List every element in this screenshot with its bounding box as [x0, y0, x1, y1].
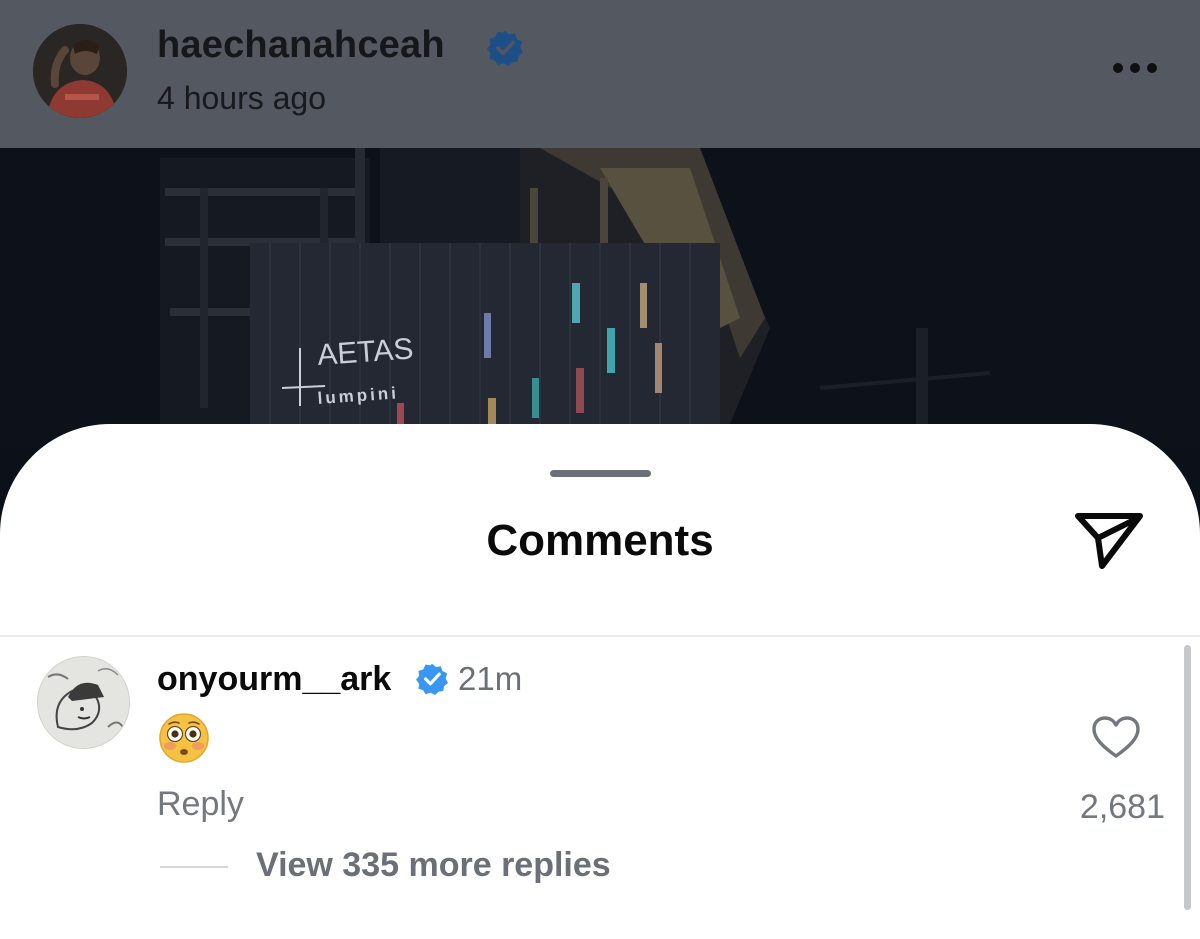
comment-timestamp: 21m: [458, 660, 523, 697]
replies-connector-line: [160, 866, 228, 868]
commenter-username[interactable]: onyourm__ark: [157, 660, 391, 699]
photo-sign-name: AETAS: [316, 332, 414, 372]
view-more-replies-button[interactable]: View 335 more replies: [256, 846, 611, 885]
more-options-icon[interactable]: [1110, 60, 1160, 76]
comments-title: Comments: [486, 516, 714, 565]
post-header: haechanahceah 4 hours ago: [0, 0, 1200, 148]
like-count: 2,681: [1079, 788, 1165, 826]
header-divider: [0, 635, 1200, 637]
commenter-avatar[interactable]: [37, 656, 130, 749]
reply-button[interactable]: Reply: [157, 785, 244, 824]
verified-badge-icon: [487, 30, 523, 66]
post-photo: AETAS lumpini: [0, 148, 1200, 448]
post-author-avatar[interactable]: [33, 24, 127, 118]
post-author-username[interactable]: haechanahceah: [157, 24, 445, 67]
scrollbar[interactable]: [1184, 645, 1191, 910]
verified-badge-icon: [416, 663, 448, 695]
flushed-face-emoji-icon: [159, 713, 209, 763]
send-share-icon[interactable]: [1072, 506, 1148, 574]
post-timestamp: 4 hours ago: [157, 80, 327, 116]
sheet-grabber[interactable]: [550, 470, 651, 477]
like-heart-icon[interactable]: [1090, 714, 1142, 760]
